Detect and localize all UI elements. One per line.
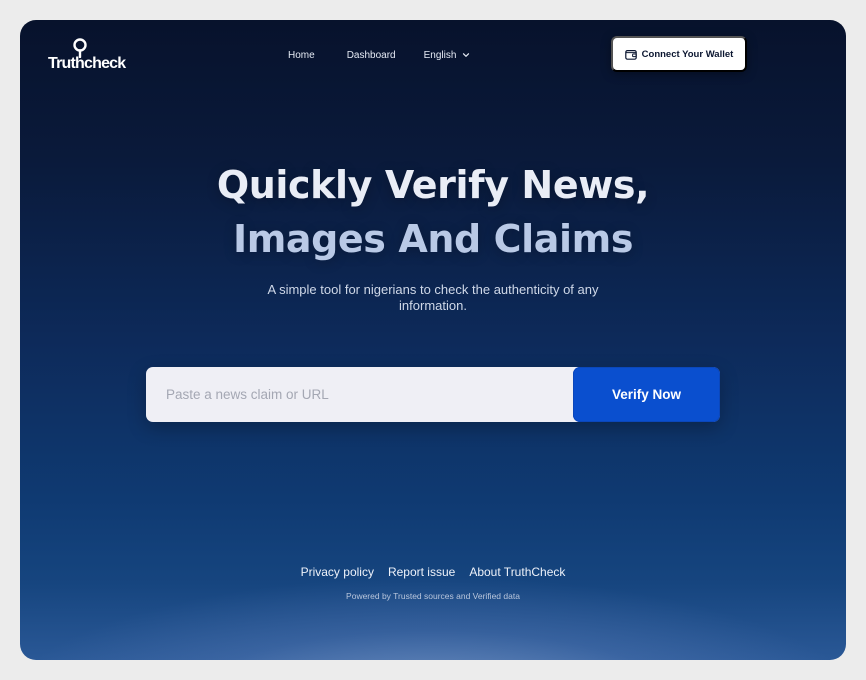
truthcheck-logo[interactable]: Truthcheck <box>48 38 128 74</box>
powered-by-text: Powered by Trusted sources and Verified … <box>346 591 520 601</box>
nav-dashboard-link[interactable]: Dashboard <box>347 50 396 61</box>
top-nav: Home Dashboard English <box>288 48 470 62</box>
footer-links: Privacy policy Report issue About TruthC… <box>20 565 846 579</box>
logo-text: Truthcheck <box>48 55 126 72</box>
chevron-down-icon <box>463 53 470 57</box>
about-truthcheck-link[interactable]: About TruthCheck <box>469 565 565 579</box>
report-issue-link[interactable]: Report issue <box>388 565 455 579</box>
language-selector[interactable]: English <box>424 50 471 61</box>
connect-wallet-button[interactable]: Connect Your Wallet <box>611 36 747 72</box>
wallet-icon <box>624 49 637 60</box>
hero-subtitle: A simple tool for nigerians to check the… <box>267 282 599 313</box>
language-label: English <box>423 49 457 61</box>
claim-url-input[interactable] <box>146 367 576 422</box>
hero-title-line2: Images And Claims <box>232 217 634 261</box>
app-frame: Truthcheck Home Dashboard English Connec… <box>20 20 846 660</box>
hero-title: Quickly Verify News, Images And Claims <box>20 158 846 266</box>
connect-wallet-label: Connect Your Wallet <box>641 48 734 60</box>
claim-search-bar: Verify Now <box>146 367 720 422</box>
hero-title-line1: Quickly Verify News, <box>216 163 650 207</box>
privacy-policy-link[interactable]: Privacy policy <box>301 565 374 579</box>
nav-home-link[interactable]: Home <box>288 50 315 61</box>
verify-now-button[interactable]: Verify Now <box>573 367 720 422</box>
